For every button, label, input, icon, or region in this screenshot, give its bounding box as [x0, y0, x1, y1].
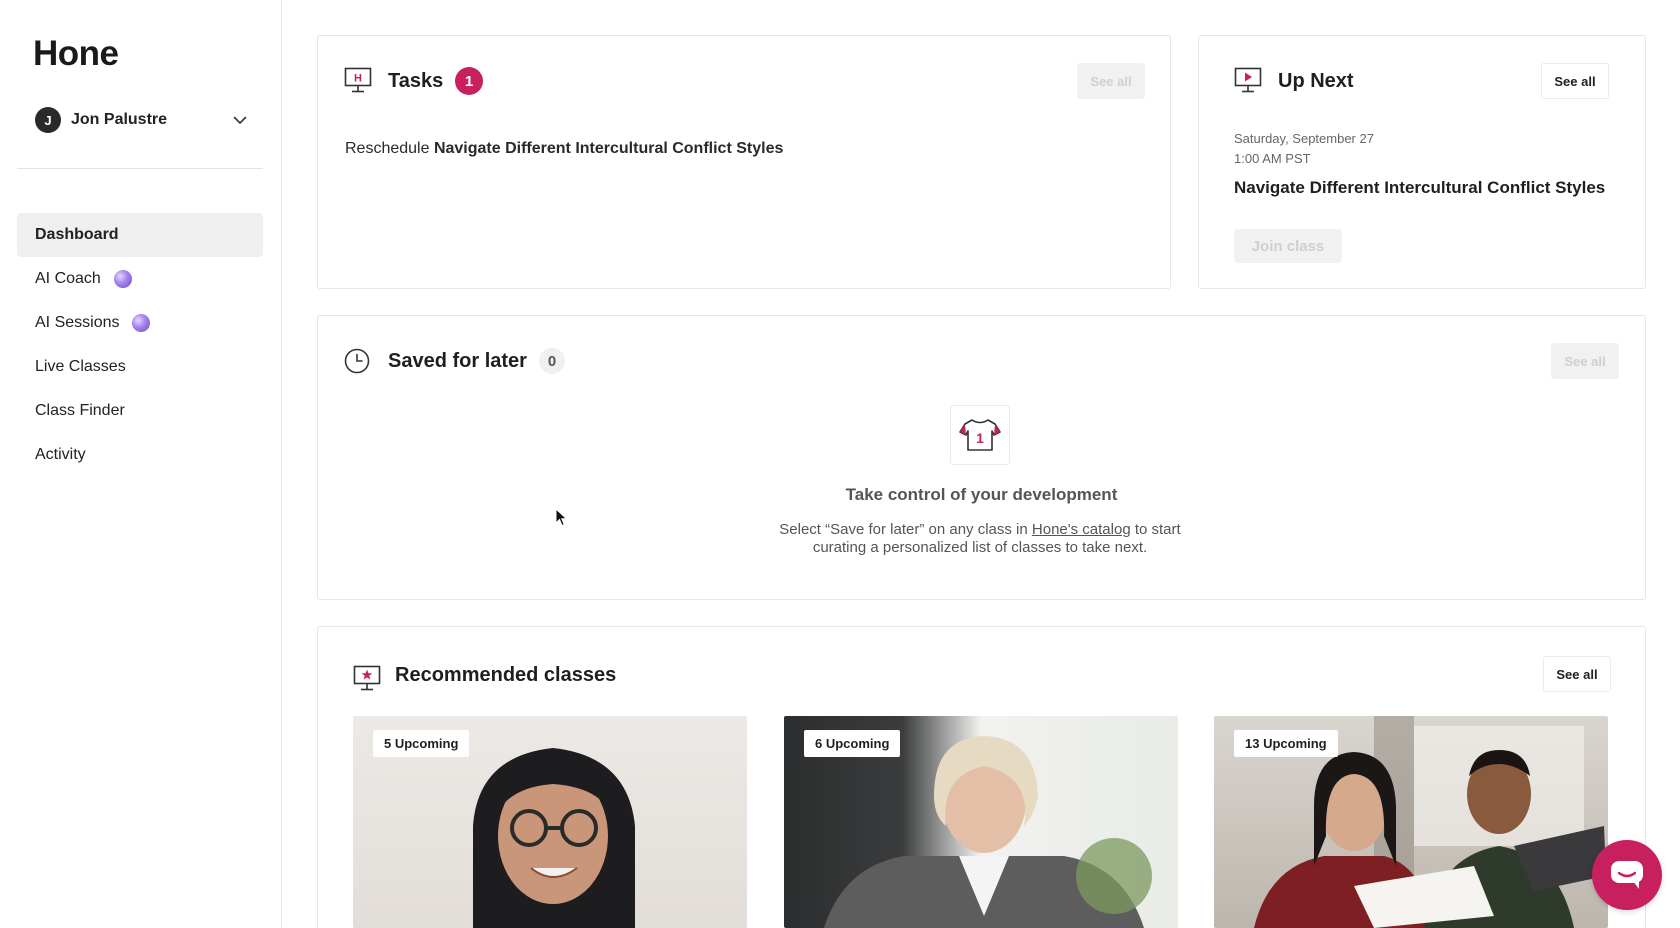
sidebar-item-class-finder[interactable]: Class Finder [17, 389, 263, 433]
empty-text-before: Select “Save for later” on any class in [779, 521, 1032, 538]
up-next-title: Up Next [1278, 70, 1354, 92]
up-next-datetime: Saturday, September 27 1:00 AM PST [1234, 129, 1374, 169]
upcoming-badge: 6 Upcoming [804, 730, 901, 757]
presentation-h-icon: H [344, 67, 372, 93]
presentation-star-icon [353, 665, 381, 691]
chevron-down-icon[interactable] [233, 113, 247, 127]
join-class-button[interactable]: Join class [1234, 229, 1342, 263]
chat-button[interactable] [1592, 840, 1662, 910]
sidebar-item-label: Activity [35, 446, 86, 463]
upcoming-badge: 5 Upcoming [373, 730, 470, 757]
up-next-class-title[interactable]: Navigate Different Intercultural Conflic… [1234, 178, 1605, 198]
clock-icon [344, 348, 370, 374]
empty-state-text: Select “Save for later” on any class in … [778, 521, 1182, 557]
mouse-cursor-icon [555, 508, 568, 527]
saved-for-later-card: Saved for later 0 See all 1 Take control… [317, 315, 1646, 600]
up-next-see-all-button[interactable]: See all [1541, 63, 1609, 99]
class-card[interactable]: 6 Upcoming [784, 716, 1178, 928]
user-menu[interactable]: J Jon Palustre [35, 107, 247, 133]
sidebar-nav: Dashboard AI Coach AI Sessions Live Clas… [17, 213, 263, 477]
saved-count-badge: 0 [539, 348, 565, 374]
chat-bubble-icon [1611, 861, 1643, 889]
sidebar-item-label: Dashboard [35, 226, 119, 243]
ai-orb-icon [132, 314, 151, 332]
app-logo[interactable]: Hone [33, 34, 119, 74]
empty-state-icon-box: 1 [950, 405, 1010, 465]
up-next-card: Up Next See all Saturday, September 27 1… [1198, 35, 1646, 289]
task-item[interactable]: Reschedule Navigate Different Intercultu… [345, 140, 783, 158]
sidebar-divider [17, 168, 263, 169]
tasks-count-badge: 1 [455, 67, 483, 95]
empty-state-title: Take control of your development [845, 485, 1118, 504]
sidebar-item-label: AI Coach [35, 270, 101, 287]
up-next-time: 1:00 AM PST [1234, 151, 1311, 166]
upcoming-badge: 13 Upcoming [1234, 730, 1338, 757]
task-action: Reschedule [345, 140, 430, 157]
sidebar-item-live-classes[interactable]: Live Classes [17, 345, 263, 389]
shirt-icon: 1 [959, 419, 1001, 451]
ai-orb-icon [113, 270, 132, 288]
sidebar-item-label: AI Sessions [35, 314, 120, 331]
saved-for-later-title: Saved for later [388, 350, 527, 372]
sidebar-item-ai-sessions[interactable]: AI Sessions [17, 301, 263, 345]
sidebar-item-activity[interactable]: Activity [17, 433, 263, 477]
up-next-date: Saturday, September 27 [1234, 131, 1374, 146]
recommended-title: Recommended classes [395, 664, 617, 686]
tasks-title: Tasks [388, 70, 444, 92]
svg-text:H: H [354, 73, 362, 85]
tasks-see-all-button[interactable]: See all [1077, 63, 1145, 99]
tasks-card: H Tasks 1 See all Reschedule Navigate Di… [317, 35, 1171, 289]
catalog-link[interactable]: Hone's catalog [1032, 521, 1131, 538]
sidebar-item-label: Live Classes [35, 358, 126, 375]
user-name: Jon Palustre [71, 111, 168, 128]
sidebar-item-ai-coach[interactable]: AI Coach [17, 257, 263, 301]
saved-see-all-button[interactable]: See all [1551, 343, 1619, 379]
video-play-icon [1234, 67, 1262, 93]
sidebar-item-dashboard[interactable]: Dashboard [17, 213, 263, 257]
class-card[interactable]: 13 Upcoming [1214, 716, 1608, 928]
class-card[interactable]: 5 Upcoming [353, 716, 747, 928]
empty-icon-number: 1 [976, 430, 984, 446]
avatar: J [35, 107, 61, 133]
task-class-title: Navigate Different Intercultural Conflic… [433, 140, 784, 157]
recommended-see-all-button[interactable]: See all [1543, 656, 1611, 692]
sidebar-item-label: Class Finder [35, 402, 125, 419]
sidebar: Hone J Jon Palustre Dashboard AI Coach A… [0, 0, 282, 928]
